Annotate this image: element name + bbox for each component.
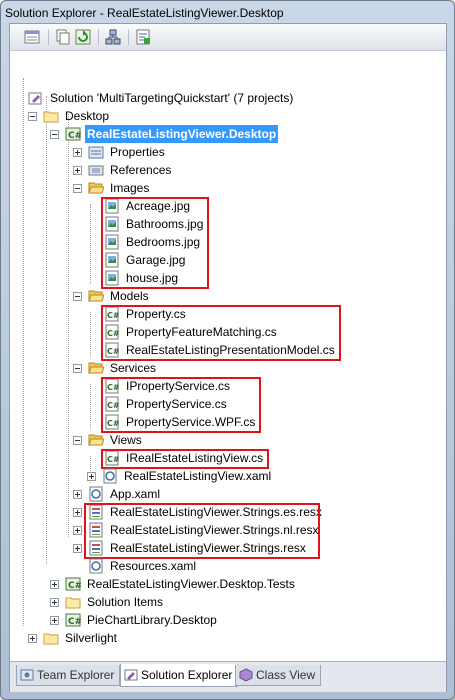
expand-toggle[interactable]: [73, 543, 82, 553]
class-diagram-button[interactable]: [104, 28, 124, 48]
tree-node-silverlight[interactable]: Silverlight: [28, 629, 119, 647]
tree-node-solution-items[interactable]: Solution Items: [50, 593, 165, 611]
toolbar: [10, 24, 446, 51]
highlight-box-resx: [84, 503, 320, 559]
xaml-file-icon: [89, 558, 103, 574]
open-folder-icon: [88, 290, 104, 302]
expand-toggle[interactable]: [50, 579, 59, 589]
references-icon: [88, 165, 104, 176]
properties-folder-icon: [88, 146, 104, 159]
expand-toggle[interactable]: [28, 633, 37, 643]
tab-class-view[interactable]: Class View: [235, 665, 322, 686]
tree-node-views[interactable]: Views: [73, 431, 144, 449]
node-label: RealEstateListingView.xaml: [124, 469, 272, 483]
node-label: Resources.xaml: [110, 559, 197, 573]
class-view-icon: [239, 668, 253, 682]
view-code-button[interactable]: [134, 28, 154, 48]
solution-explorer-icon: [124, 669, 138, 681]
properties-icon: [24, 30, 40, 44]
solution-tree: Solution 'MultiTargetingQuickstart' (7 p…: [10, 51, 446, 661]
node-label: References: [110, 163, 172, 177]
tab-label: Solution Explorer: [141, 668, 233, 682]
tree-node-solution[interactable]: Solution 'MultiTargetingQuickstart' (7 p…: [28, 89, 295, 107]
node-label: App.xaml: [110, 487, 161, 501]
tree-node-project-desktop[interactable]: C# RealEstateListingViewer.Desktop: [50, 125, 279, 143]
show-all-files-icon: [56, 29, 70, 45]
refresh-button[interactable]: [74, 28, 94, 48]
expand-toggle[interactable]: [50, 597, 59, 607]
tree-node-references[interactable]: References: [73, 161, 173, 179]
highlight-box-models: [101, 305, 341, 361]
tree-node-desktop[interactable]: Desktop: [28, 107, 111, 125]
show-all-files-button[interactable]: [54, 28, 74, 48]
open-folder-icon: [88, 434, 104, 446]
svg-text:C#: C#: [68, 131, 81, 141]
tree-node-tests-project[interactable]: C# RealEstateListingViewer.Desktop.Tests: [50, 575, 297, 593]
properties-button[interactable]: [23, 28, 43, 48]
solution-folder-icon: [65, 597, 81, 609]
view-code-icon: [136, 29, 150, 45]
expand-toggle[interactable]: [73, 165, 82, 175]
node-label: Models: [110, 289, 149, 303]
node-label: Silverlight: [65, 631, 118, 645]
solution-explorer-panel: Solution 'MultiTargetingQuickstart' (7 p…: [9, 23, 447, 692]
solution-folder-icon: [43, 111, 59, 123]
xaml-file-icon: [89, 486, 103, 502]
xaml-file-icon: [103, 468, 117, 484]
highlight-box-services: [101, 377, 261, 433]
solution-icon: [28, 92, 42, 105]
collapse-toggle[interactable]: [73, 291, 82, 301]
tool-window-tabs: Team Explorer Solution Explorer Class Vi…: [10, 661, 446, 692]
collapse-toggle[interactable]: [73, 363, 82, 373]
tab-label: Team Explorer: [37, 668, 115, 682]
collapse-toggle[interactable]: [73, 435, 82, 445]
expand-toggle[interactable]: [73, 489, 82, 499]
node-label: Desktop: [65, 109, 110, 123]
highlight-box-images: [101, 197, 209, 289]
solution-folder-icon: [43, 633, 59, 645]
svg-text:C#: C#: [68, 581, 81, 591]
node-label: Images: [110, 181, 150, 195]
class-diagram-icon: [105, 29, 121, 45]
node-label: PieChartLibrary.Desktop: [87, 613, 217, 627]
tree-node-services[interactable]: Services: [73, 359, 158, 377]
svg-text:C#: C#: [68, 617, 81, 627]
solution-explorer-window: Solution Explorer - RealEstateListingVie…: [0, 0, 455, 700]
tree-node-file[interactable]: RealEstateListingView.xaml: [87, 467, 273, 485]
collapse-toggle[interactable]: [28, 111, 37, 121]
node-label: Solution 'MultiTargetingQuickstart' (7 p…: [50, 91, 294, 105]
node-label: RealEstateListingViewer.Desktop: [85, 125, 279, 143]
highlight-box-views: [101, 449, 269, 469]
tab-team-explorer[interactable]: Team Explorer: [16, 665, 121, 686]
csharp-project-icon: C#: [65, 577, 81, 591]
expand-toggle[interactable]: [50, 615, 59, 625]
refresh-icon: [75, 29, 91, 45]
node-label: Solution Items: [87, 595, 164, 609]
team-explorer-icon: [20, 669, 34, 681]
node-label: Services: [110, 361, 157, 375]
tree-node-piechart-project[interactable]: C# PieChartLibrary.Desktop: [50, 611, 219, 629]
expand-toggle[interactable]: [87, 471, 96, 481]
tab-label: Class View: [256, 668, 316, 682]
open-folder-icon: [88, 362, 104, 374]
csharp-project-icon: C#: [65, 127, 81, 141]
tree-node-images[interactable]: Images: [73, 179, 151, 197]
csharp-project-icon: C#: [65, 613, 81, 627]
expand-toggle[interactable]: [73, 147, 82, 157]
expand-toggle[interactable]: [73, 525, 82, 535]
tree-node-properties[interactable]: Properties: [73, 143, 167, 161]
tree-node-resources-xaml[interactable]: Resources.xaml: [88, 557, 198, 575]
tree-node-models[interactable]: Models: [73, 287, 151, 305]
window-title: Solution Explorer - RealEstateListingVie…: [5, 6, 284, 20]
node-label: Properties: [110, 145, 165, 159]
tab-solution-explorer[interactable]: Solution Explorer: [120, 664, 239, 687]
node-label: RealEstateListingViewer.Desktop.Tests: [87, 577, 295, 591]
open-folder-icon: [88, 182, 104, 194]
collapse-toggle[interactable]: [73, 183, 82, 193]
node-label: Views: [110, 433, 142, 447]
collapse-toggle[interactable]: [50, 129, 59, 139]
tree-node-app-xaml[interactable]: App.xaml: [73, 485, 162, 503]
expand-toggle[interactable]: [73, 507, 82, 517]
